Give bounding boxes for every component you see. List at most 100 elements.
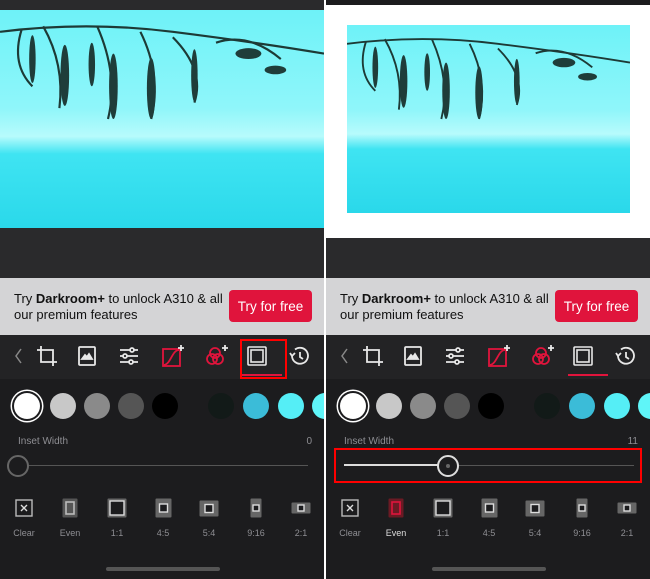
frame-preset-2-1[interactable]: 2:1 [607,497,647,542]
inset-width-value: 11 [627,436,638,447]
frame-preset-label: Clear [13,528,35,538]
color-swatch[interactable] [534,393,560,419]
frame-preset-clear[interactable]: Clear [4,497,44,542]
color-swatch[interactable] [340,393,366,419]
frame-preset-label: 1:1 [110,528,124,538]
color-swatch[interactable] [278,393,304,419]
frame-preset-label: 4:5 [156,528,170,538]
frame-preset-1-1[interactable]: 1:1 [423,497,463,542]
crop-icon[interactable] [358,341,388,371]
frame-preset-5-4[interactable]: 5:4 [515,497,555,542]
upgrade-banner-text: Try Darkroom+ to unlock A310 & all our p… [340,291,549,322]
frame-2-1-icon [607,497,647,519]
frame-clear-icon [330,497,370,519]
frame-9-16-icon [236,497,276,519]
inset-width-value: 0 [306,436,312,447]
inset-width-slider-thumb[interactable] [7,455,29,477]
frame-preset-label: Clear [339,528,361,538]
editor-panel-before: Try Darkroom+ to unlock A310 & all our p… [0,0,324,579]
home-indicator [432,567,546,571]
color-swatch[interactable] [638,393,650,419]
photo [0,10,324,228]
color-swatch[interactable] [444,393,470,419]
frame-preset-clear[interactable]: Clear [330,497,370,542]
crop-icon[interactable] [32,341,62,371]
frame-preset-label: 2:1 [294,528,308,538]
frame-even-icon [50,497,90,519]
frame-color-swatches [0,388,324,424]
color-swatch[interactable] [478,393,504,419]
color-swatch[interactable] [208,393,234,419]
highlight-frame-tool [240,339,287,379]
inset-width-label: Inset Width [344,436,395,447]
frame-color-swatches [326,388,650,424]
curves-icon[interactable] [484,341,514,371]
color-swatch[interactable] [410,393,436,419]
frame-1-1-icon [423,497,463,519]
canvas-background [326,238,650,278]
frame-preset-label: 5:4 [528,528,542,538]
image-filter-icon[interactable] [398,341,428,371]
frame-presets: Clear Even 1:1 4:5 5:4 9:16 2:1 [0,497,324,542]
upgrade-banner: Try Darkroom+ to unlock A310 & all our p… [326,278,650,335]
photo [347,25,630,213]
frame-preset-2-1[interactable]: 2:1 [281,497,321,542]
history-icon[interactable] [284,341,314,371]
frame-preset-4-5[interactable]: 4:5 [469,497,509,542]
history-icon[interactable] [610,341,640,371]
frame-presets: Clear Even 1:1 4:5 5:4 9:16 2:1 [326,497,650,542]
color-mixer-icon[interactable] [528,341,558,371]
back-chevron-icon[interactable] [4,341,34,371]
frame-clear-icon [4,497,44,519]
color-swatch[interactable] [14,393,40,419]
frame-5-4-icon [189,497,229,519]
upgrade-banner-text: Try Darkroom+ to unlock A310 & all our p… [14,291,223,322]
curves-icon[interactable] [158,341,188,371]
frame-preset-label: 5:4 [202,528,216,538]
frame-preset-9-16[interactable]: 9:16 [562,497,602,542]
frame-preset-label: 1:1 [436,528,450,538]
inset-width-slider-track[interactable] [18,465,308,466]
frame-preset-even[interactable]: Even [50,497,90,542]
photo-canvas[interactable] [326,5,650,238]
photo-canvas[interactable] [0,0,324,278]
frame-preset-9-16[interactable]: 9:16 [236,497,276,542]
active-tool-indicator [568,374,608,376]
color-swatch[interactable] [84,393,110,419]
frame-1-1-icon [97,497,137,519]
frame-preset-label: 9:16 [573,528,591,538]
frame-preset-label: Even [59,528,81,538]
frame-icon[interactable] [568,341,598,371]
frame-preset-label: 2:1 [620,528,634,538]
adjust-sliders-icon[interactable] [114,341,144,371]
color-swatch[interactable] [569,393,595,419]
adjust-sliders-icon[interactable] [440,341,470,371]
frame-preset-5-4[interactable]: 5:4 [189,497,229,542]
color-swatch[interactable] [312,393,324,419]
image-filter-icon[interactable] [72,341,102,371]
frame-preset-even[interactable]: Even [376,497,416,542]
try-for-free-button[interactable]: Try for free [229,290,312,322]
upgrade-banner: Try Darkroom+ to unlock A310 & all our p… [0,278,324,335]
color-swatch[interactable] [604,393,630,419]
back-chevron-icon[interactable] [330,341,360,371]
editor-panel-after: Try Darkroom+ to unlock A310 & all our p… [326,0,650,579]
home-indicator [106,567,220,571]
frame-5-4-icon [515,497,555,519]
try-for-free-button[interactable]: Try for free [555,290,638,322]
frame-preset-label: 9:16 [247,528,265,538]
frame-preset-label: Even [385,528,407,538]
inset-width-label: Inset Width [18,436,69,447]
frame-2-1-icon [281,497,321,519]
frame-preset-4-5[interactable]: 4:5 [143,497,183,542]
color-swatch[interactable] [152,393,178,419]
frame-9-16-icon [562,497,602,519]
color-swatch[interactable] [243,393,269,419]
color-swatch[interactable] [50,393,76,419]
frame-preset-label: 4:5 [482,528,496,538]
tool-bar [326,335,650,379]
frame-preset-1-1[interactable]: 1:1 [97,497,137,542]
color-swatch[interactable] [118,393,144,419]
color-swatch[interactable] [376,393,402,419]
color-mixer-icon[interactable] [202,341,232,371]
